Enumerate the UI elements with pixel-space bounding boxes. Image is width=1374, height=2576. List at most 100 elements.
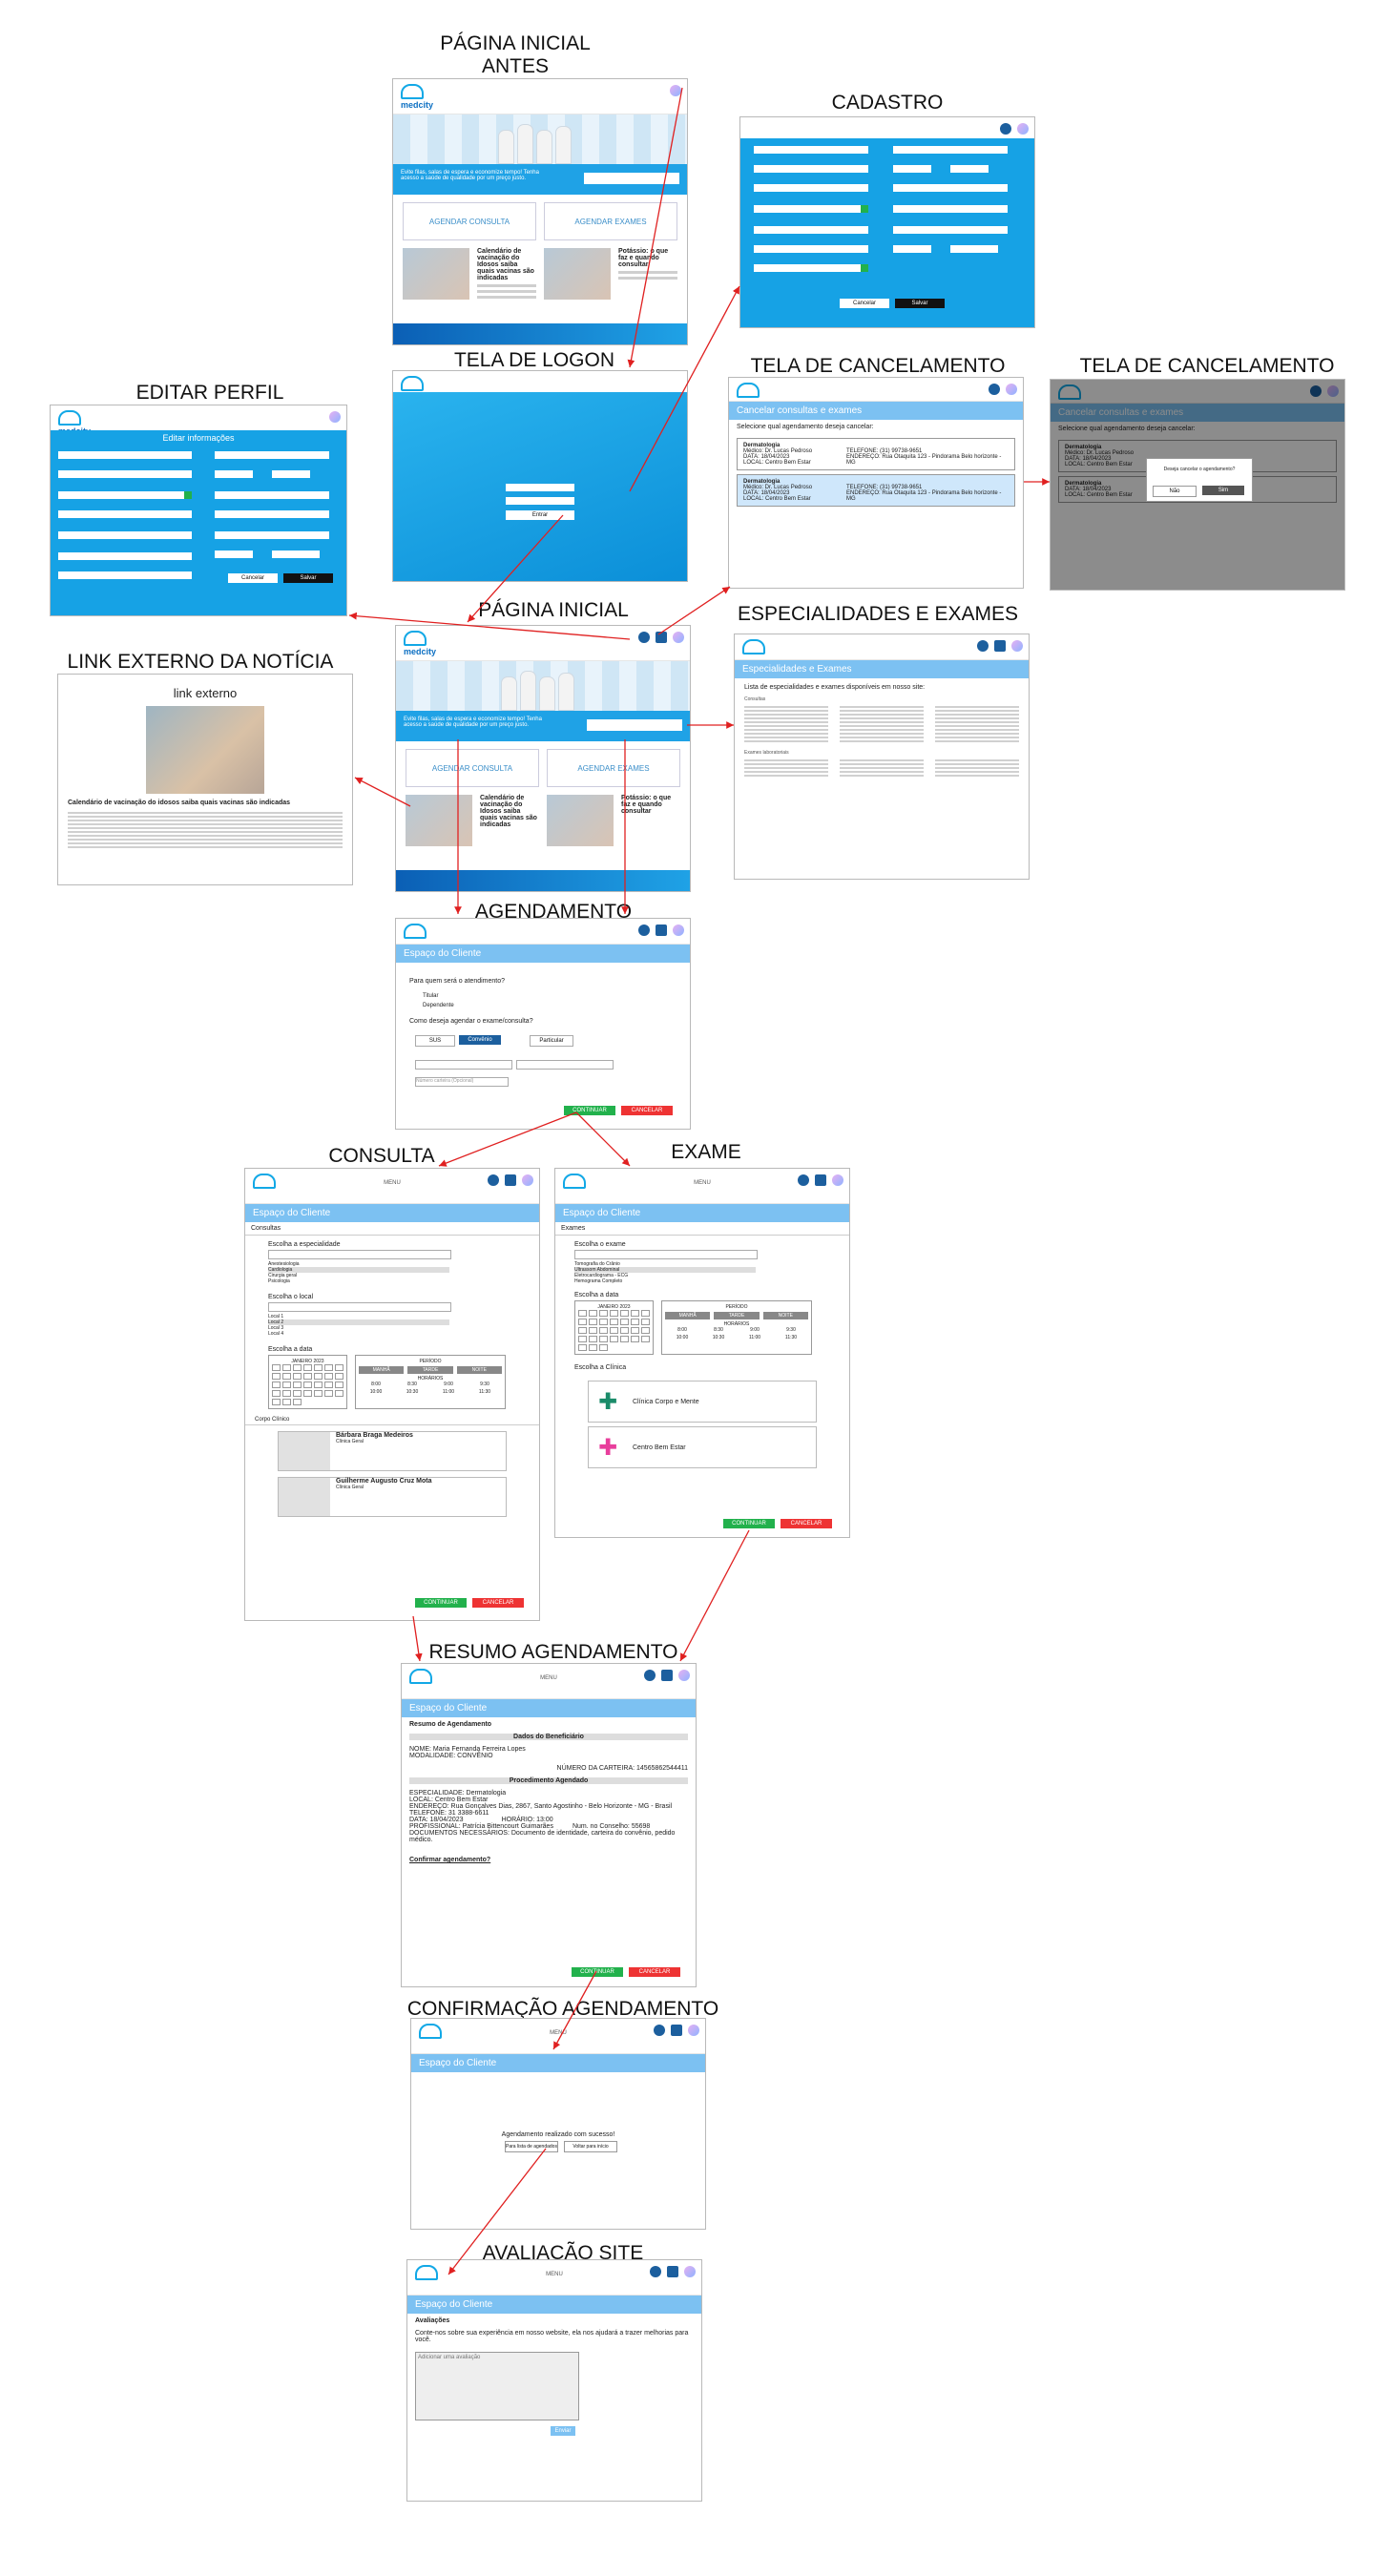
exame-continuar-button[interactable]: CONTINUAR [723, 1519, 775, 1528]
title-exame: EXAME [671, 1141, 741, 1163]
hero-banner [393, 114, 687, 164]
screen-exame: MENU Espaço do Cliente Exames Escolha o … [554, 1168, 850, 1538]
password-input[interactable] [506, 497, 574, 505]
titular-option[interactable]: Titular [423, 993, 438, 999]
news-title-2[interactable]: Potássio: o que faz e quando consultar [618, 248, 677, 268]
title-cancel-2: TELA DE CANCELAMENTO [1079, 355, 1335, 377]
cancelar-button[interactable]: CANCELAR [621, 1106, 673, 1115]
calendar[interactable] [578, 1310, 650, 1351]
title-resumo: RESUMO AGENDAMENTO [428, 1641, 678, 1663]
exame-cancelar-button[interactable]: CANCELAR [781, 1519, 832, 1528]
search-input[interactable] [587, 719, 682, 731]
news-title-1[interactable]: Calendário de vacinação do Idosos saiba … [480, 795, 539, 828]
confirmar-link[interactable]: Confirmar agendamento? [409, 1857, 688, 1863]
cancel-band: Cancelar consultas e exames [729, 402, 1023, 420]
agendar-exames-card[interactable]: AGENDAR EXAMES [544, 202, 677, 240]
cancel-prompt: Selecione qual agendamento deseja cancel… [737, 424, 874, 430]
cancel-modal: Deseja cancelar o agendamento? Não Sim [1146, 458, 1253, 502]
promo-strip: Evite filas, salas de espera e economize… [393, 164, 687, 195]
title-cancel-1: TELA DE CANCELAMENTO [750, 355, 1006, 377]
particular-button[interactable]: Particular [530, 1035, 573, 1047]
screen-link-externo: link externo Calendário de vacinação do … [57, 674, 353, 885]
carteira-input[interactable]: Número carteira (Opcional) [415, 1077, 509, 1087]
news-image-2[interactable] [547, 795, 614, 846]
continuar-button[interactable]: CONTINUAR [572, 1967, 623, 1977]
news-image-1[interactable] [406, 795, 472, 846]
horario-option[interactable]: 8:00 [359, 1381, 393, 1387]
profile-icon[interactable] [638, 632, 650, 643]
news-title-1[interactable]: Calendário de vacinação do Idosos saiba … [477, 248, 536, 281]
sus-button[interactable]: SUS [415, 1035, 455, 1047]
clinica-card[interactable]: ✚ Clínica Corpo e Mente [588, 1381, 817, 1423]
screen-cancelamento-modal: Cancelar consultas e exames Selecione qu… [1050, 379, 1345, 591]
medico-card[interactable]: Bárbara Braga Medeiros Clínica Geral [278, 1431, 507, 1471]
agendar-consulta-card[interactable]: AGENDAR CONSULTA [403, 202, 536, 240]
cancelar-button[interactable]: CANCELAR [629, 1967, 680, 1977]
manha-button[interactable]: MANHÃ [359, 1366, 405, 1374]
login-icon[interactable] [670, 85, 681, 96]
horario-option[interactable]: 11:30 [468, 1389, 502, 1395]
salvar-button[interactable]: Salvar [283, 573, 333, 583]
salvar-button[interactable]: Salvar [895, 299, 945, 308]
horario-option[interactable]: 9:00 [431, 1381, 466, 1387]
screen-home-before-login: medcity Evite filas, salas de espera e e… [392, 78, 688, 345]
voltar-inicio-button[interactable]: Voltar para início [564, 2141, 617, 2152]
cancelar-button[interactable]: CANCELAR [472, 1598, 524, 1608]
horario-option[interactable]: 9:30 [468, 1381, 502, 1387]
avaliacao-textarea[interactable] [415, 2352, 579, 2420]
plano-select[interactable] [516, 1060, 614, 1070]
nao-button[interactable]: Não [1153, 486, 1197, 497]
entrar-button[interactable]: Entrar [506, 510, 574, 520]
cancel-item[interactable]: Dermatologia Médico: Dr. Lucas Pedroso DA… [737, 474, 1015, 507]
horario-option[interactable]: 10:00 [359, 1389, 393, 1395]
horario-option[interactable]: 8:30 [395, 1381, 429, 1387]
noite-button[interactable]: NOITE [456, 1366, 502, 1374]
calendar-icon[interactable] [656, 632, 667, 643]
medico-card[interactable]: Guilherme Augusto Cruz Mota Clínica Geral [278, 1477, 507, 1517]
local-option[interactable]: Local 4 [268, 1331, 449, 1337]
especialidades-band: Especialidades e Exames [735, 660, 1029, 678]
sim-button[interactable]: Sim [1202, 486, 1244, 495]
exame-option[interactable]: Hemograma Completo [574, 1278, 756, 1284]
agendar-exames-card[interactable]: AGENDAR EXAMES [547, 749, 680, 787]
footer [393, 323, 687, 344]
cancelar-button[interactable]: Cancelar [840, 299, 889, 308]
language-icon[interactable] [673, 632, 684, 643]
title-inicial: PÁGINA INICIAL [478, 599, 629, 621]
tarde-button[interactable]: TARDE [407, 1366, 453, 1374]
enviar-button[interactable]: Enviar [551, 2426, 575, 2436]
search-input[interactable] [584, 173, 679, 184]
cancel-item[interactable]: Dermatologia Médico: Dr. Lucas Pedroso DA… [737, 438, 1015, 470]
screen-confirmacao: MENU Espaço do Cliente Agendamento reali… [410, 2018, 706, 2230]
screen-cadastro: Cancelar Salvar [739, 116, 1035, 328]
title-link: LINK EXTERNO DA NOTÍCIA [67, 651, 334, 673]
horario-option[interactable]: 10:30 [395, 1389, 429, 1395]
continuar-button[interactable]: CONTINUAR [415, 1598, 467, 1608]
user-input[interactable] [506, 484, 574, 491]
news-image-1[interactable] [403, 248, 469, 300]
lista-agendados-button[interactable]: Para lista de agendados [505, 2141, 558, 2152]
clinica-card[interactable]: ✚ Centro Bem Estar [588, 1426, 817, 1468]
screen-home: medcity Evite filas, salas de espera e e… [395, 625, 691, 892]
especialidade-select[interactable] [268, 1250, 451, 1259]
local-select[interactable] [268, 1302, 451, 1312]
news-title-2[interactable]: Potássio: o que faz e quando consultar [621, 795, 680, 815]
screen-resumo: MENU Espaço do Cliente Resumo de Agendam… [401, 1663, 697, 1987]
screen-agendamento: Espaço do Cliente Para quem será o atend… [395, 918, 691, 1130]
dependente-option[interactable]: Dependente [423, 1003, 454, 1008]
calendar[interactable] [272, 1364, 344, 1405]
editar-title: Editar informações [162, 433, 235, 443]
convenio-button[interactable]: Convênio [459, 1035, 501, 1045]
news-image-2[interactable] [544, 248, 611, 300]
cancelar-button[interactable]: Cancelar [228, 573, 278, 583]
success-message: Agendamento realizado com sucesso! [501, 2131, 615, 2138]
continuar-button[interactable]: CONTINUAR [564, 1106, 615, 1115]
header: medcity [393, 79, 687, 114]
convenio-select[interactable] [415, 1060, 512, 1070]
especialidade-option[interactable]: Psicologia [268, 1278, 449, 1284]
exame-select[interactable] [574, 1250, 758, 1259]
horario-option[interactable]: 11:00 [431, 1389, 466, 1395]
agendar-consulta-card[interactable]: AGENDAR CONSULTA [406, 749, 539, 787]
screen-cancelamento: Cancelar consultas e exames Selecione qu… [728, 377, 1024, 589]
screen-logon: Entrar [392, 370, 688, 582]
